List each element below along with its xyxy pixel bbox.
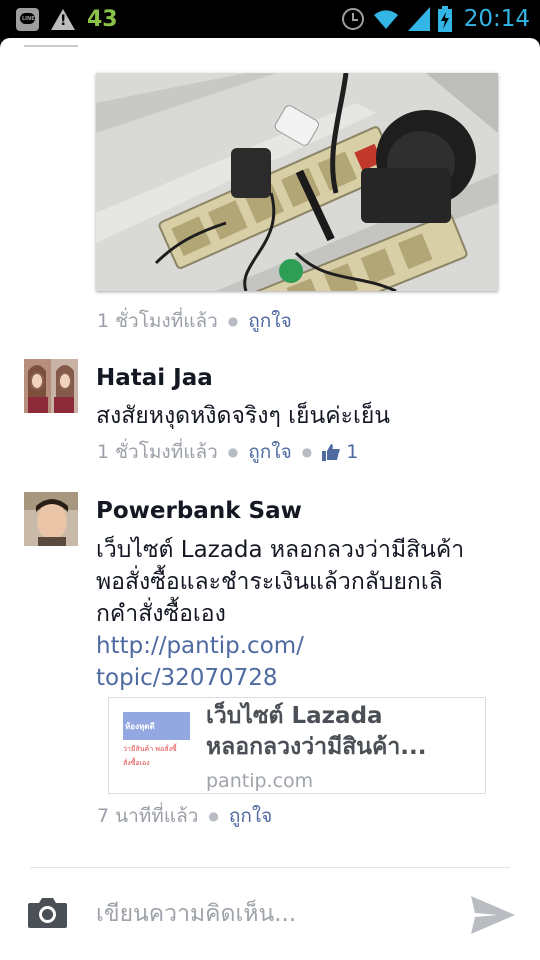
comment-2-author[interactable]: Hatai Jaa [96,365,213,391]
line-app-label: LINE [22,15,35,22]
link-preview-domain: pantip.com [206,770,314,792]
avatar-powerbank-saw[interactable] [24,492,78,546]
separator-dot: ● [301,445,313,459]
battery-charging-icon [437,6,452,32]
separator-dot: ● [208,809,219,823]
line-app-icon: LINE [16,7,39,31]
thumbnail-text-1: ว่ามีสินค้า พอสั่งซื้ [123,745,177,753]
send-icon[interactable] [470,895,516,935]
comment-2-meta: 1 ชั่วโมงที่แล้ว ● ถูกใจ ● 1 [97,437,358,467]
camera-icon[interactable] [28,897,67,928]
comment-2-like-button[interactable]: ถูกใจ [248,437,291,467]
comment-3-meta: 7 นาทีที่แล้ว ● ถูกใจ [97,801,272,831]
previous-item-edge [24,45,78,47]
separator-dot: ● [227,445,239,459]
comment-3-text-line-3: กคำสั่งซื้อเอง [96,601,226,627]
comment-1-like-button[interactable]: ถูกใจ [248,306,291,336]
separator-dot: ● [227,314,239,328]
comment-2-like-count[interactable]: 1 [346,441,358,463]
thumbs-up-icon [322,443,340,461]
status-bar: LINE 43 20:14 [0,0,540,38]
comment-input[interactable] [96,896,446,932]
comment-3-like-button[interactable]: ถูกใจ [229,801,272,831]
comment-3-link-line-2[interactable]: topic/32070728 [96,662,278,694]
link-preview-title-line-2: หลอกลวงว่ามีสินค้า... [206,734,427,760]
thumbnail-header: ห้องหุดดี [123,712,190,740]
comment-3-author[interactable]: Powerbank Saw [96,498,302,524]
comment-1-time: 1 ชั่วโมงที่แล้ว [97,310,218,332]
comment-1-meta: 1 ชั่วโมงที่แล้ว ● ถูกใจ [97,306,292,336]
clock: 20:14 [463,6,530,32]
comment-composer [0,868,540,960]
comment-3-link-line-1[interactable]: http://pantip.com/ [96,630,304,662]
thumbnail-text-2: สั่งซื้อเอง [123,759,150,767]
status-bar-system: 20:14 [341,4,530,34]
link-preview-card[interactable]: ห้องหุดดี ว่ามีสินค้า พอสั่งซื้ สั่งซื้อ… [108,697,486,794]
alarm-icon [341,8,364,30]
comment-3-text-line-2: พอสั่งซื้อและชำระเงินแล้วกลับยกเลิ [96,569,443,595]
comment-3-text-line-1: เว็บไซต์ Lazada หลอกลวงว่ามีสินค้า [96,537,465,563]
wifi-icon [373,10,398,29]
comment-photo[interactable] [96,73,498,291]
avatar-hatai-jaa[interactable] [24,359,78,413]
comments-panel[interactable]: 1 ชั่วโมงที่แล้ว ● ถูกใจ Hatai Jaa สงสัย… [0,38,540,960]
comment-2-text: สงสัยหงุดหงิดจริงๆ เย็นค่ะเย็น [96,403,391,429]
comment-2-time: 1 ชั่วโมงที่แล้ว [97,441,218,463]
link-preview-thumbnail: ห้องหุดดี ว่ามีสินค้า พอสั่งซื้ สั่งซื้อ… [123,712,190,778]
warning-icon [51,8,75,30]
notification-count: 43 [87,6,118,32]
link-preview-title-line-1: เว็บไซต์ Lazada [206,703,383,729]
comment-3-time: 7 นาทีที่แล้ว [97,805,199,827]
link-preview-title: เว็บไซต์ Lazada หลอกลวงว่ามีสินค้า... [206,701,476,763]
status-bar-notifications: LINE 43 [16,6,118,32]
signal-icon [407,7,430,31]
